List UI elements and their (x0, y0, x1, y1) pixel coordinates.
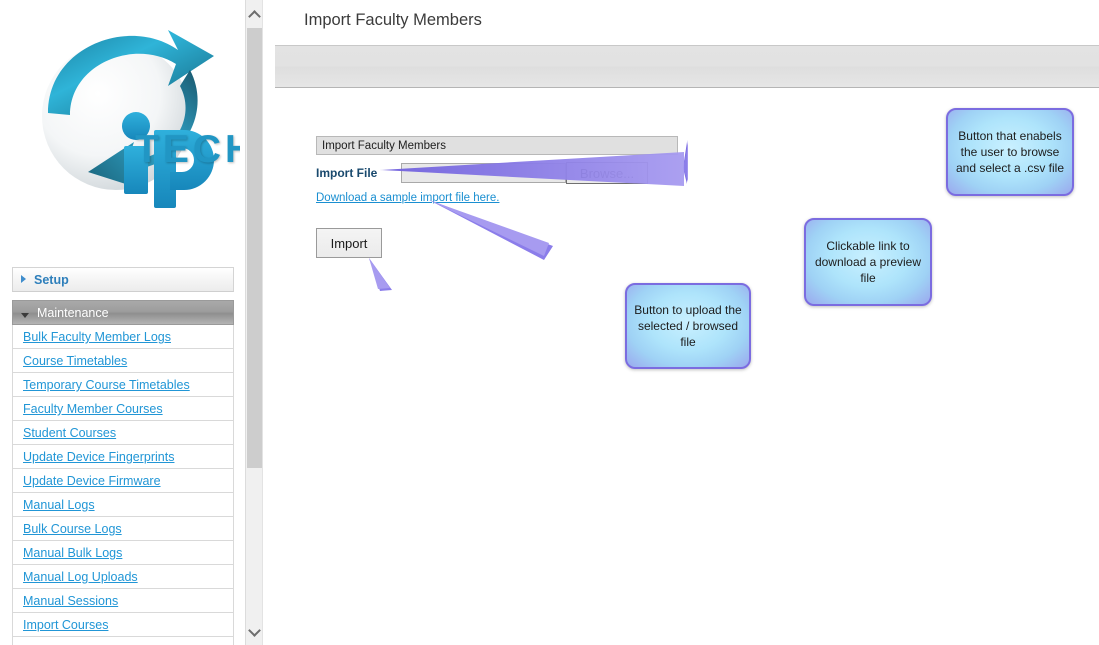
triangle-down-icon (21, 313, 29, 318)
sidebar-item-bulk-faculty-member-logs[interactable]: Bulk Faculty Member Logs (12, 325, 234, 349)
sidebar-link[interactable]: Manual Logs (23, 498, 95, 512)
logo-wordmark: TECH (135, 128, 240, 171)
sample-link-wrapper: Download a sample import file here. (316, 188, 499, 206)
import-file-row: Import File Browse... (316, 162, 678, 184)
sidebar-section-maintenance-label: Maintenance (37, 306, 109, 321)
sample-download-link[interactable]: Download a sample import file here. (316, 192, 499, 204)
page-title: Import Faculty Members (304, 11, 482, 29)
browse-button[interactable]: Browse... (566, 162, 648, 184)
sidebar-item-import-courses[interactable]: Import Courses (12, 613, 234, 637)
sidebar-link[interactable]: Import Courses (23, 618, 108, 632)
import-button[interactable]: Import (316, 228, 382, 258)
sidebar-section-setup[interactable]: Setup (12, 267, 234, 292)
sidebar-item-partial[interactable] (12, 637, 234, 645)
sidebar-item-bulk-course-logs[interactable]: Bulk Course Logs (12, 517, 234, 541)
sidebar-link[interactable]: Bulk Course Logs (23, 522, 122, 536)
callout-browse-button: Button that enabels the user to browse a… (946, 108, 1074, 196)
sidebar-section-setup-label: Setup (34, 273, 69, 288)
scroll-down-button[interactable] (246, 622, 263, 639)
page-scrollbar[interactable] (245, 0, 262, 645)
sidebar-link[interactable]: Manual Log Uploads (23, 570, 138, 584)
sidebar-item-update-device-fingerprints[interactable]: Update Device Fingerprints (12, 445, 234, 469)
main-content: Import Faculty Members Import Faculty Me… (263, 0, 1099, 645)
sidebar-item-manual-bulk-logs[interactable]: Manual Bulk Logs (12, 541, 234, 565)
import-file-label: Import File (316, 166, 378, 180)
triangle-right-icon (21, 275, 26, 283)
sidebar-item-manual-log-uploads[interactable]: Manual Log Uploads (12, 565, 234, 589)
maintenance-menu-list: Bulk Faculty Member Logs Course Timetabl… (12, 325, 234, 645)
sidebar-link[interactable]: Course Timetables (23, 354, 127, 368)
sidebar-link[interactable]: Manual Bulk Logs (23, 546, 122, 560)
sidebar-item-student-courses[interactable]: Student Courses (12, 421, 234, 445)
sidebar-link[interactable]: Faculty Member Courses (23, 402, 163, 416)
callout-import-button: Button to upload the selected / browsed … (625, 283, 751, 369)
form-caption: Import Faculty Members (316, 136, 678, 155)
left-sidebar: TECH Setup Maintenance Bulk Faculty Memb… (0, 0, 240, 645)
chevron-down-icon (250, 626, 259, 635)
sidebar-section-maintenance[interactable]: Maintenance (12, 300, 234, 325)
accordion-menu: Setup Maintenance Bulk Faculty Member Lo… (12, 267, 234, 645)
import-file-input[interactable] (401, 163, 566, 183)
sidebar-item-manual-sessions[interactable]: Manual Sessions (12, 589, 234, 613)
page-header-bar (275, 45, 1099, 88)
sidebar-link[interactable]: Bulk Faculty Member Logs (23, 330, 171, 344)
callout-sample-link: Clickable link to download a preview fil… (804, 218, 932, 306)
sidebar-item-temporary-course-timetables[interactable]: Temporary Course Timetables (12, 373, 234, 397)
sidebar-link[interactable]: Temporary Course Timetables (23, 378, 190, 392)
import-form-panel: Import Faculty Members Import File Brows… (316, 136, 678, 184)
sidebar-link[interactable]: Manual Sessions (23, 594, 118, 608)
sidebar-item-course-timetables[interactable]: Course Timetables (12, 349, 234, 373)
brand-logo[interactable]: TECH (0, 0, 240, 215)
ip-tech-recycle-logo-icon (42, 30, 214, 208)
sidebar-item-manual-logs[interactable]: Manual Logs (12, 493, 234, 517)
sidebar-link[interactable]: Student Courses (23, 426, 116, 440)
scroll-up-button[interactable] (246, 6, 263, 23)
sidebar-item-update-device-firmware[interactable]: Update Device Firmware (12, 469, 234, 493)
scrollbar-thumb[interactable] (247, 28, 262, 468)
sidebar-link[interactable]: Update Device Firmware (23, 474, 161, 488)
sidebar-item-faculty-member-courses[interactable]: Faculty Member Courses (12, 397, 234, 421)
sidebar-link[interactable]: Update Device Fingerprints (23, 450, 174, 464)
chevron-up-icon (250, 10, 259, 19)
